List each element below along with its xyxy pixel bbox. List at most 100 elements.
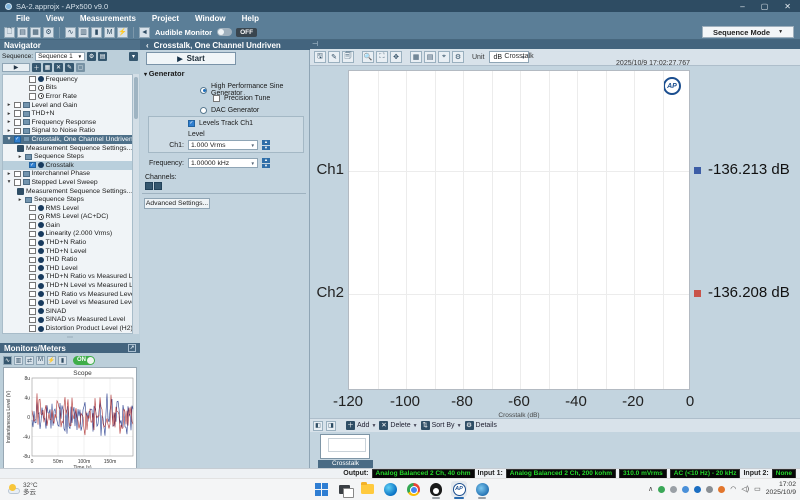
frequency-stepper[interactable]: ▲▼ — [262, 158, 270, 168]
tree-item[interactable]: Bits — [3, 84, 132, 93]
expand-icon[interactable]: ▸ — [6, 111, 12, 117]
level-meter-icon[interactable]: ▮ — [91, 27, 102, 38]
tree-item-checkbox[interactable] — [29, 265, 36, 272]
qq-button[interactable] — [428, 481, 444, 497]
tree-item[interactable]: THD Ratio — [3, 255, 132, 264]
tree-item[interactable]: ▸Sequence Steps — [3, 195, 132, 204]
menu-item-file[interactable]: File — [8, 14, 38, 23]
project-settings-icon[interactable]: ⚙ — [43, 27, 54, 38]
back-chevron-icon[interactable]: ‹ — [146, 41, 149, 50]
tree-item-checkbox[interactable] — [29, 222, 36, 229]
expand-icon[interactable]: ▸ — [17, 154, 23, 160]
add-step-icon[interactable]: ▦ — [43, 63, 52, 72]
tree-item-checkbox[interactable] — [14, 179, 21, 186]
tree-item-checkbox[interactable]: ✓ — [29, 162, 36, 169]
audible-monitor-toggle[interactable] — [217, 28, 232, 36]
add-graph-button[interactable]: ＋ Add ▼ — [346, 421, 376, 430]
tree-item-checkbox[interactable] — [29, 93, 36, 100]
tree-item[interactable]: ▸Level and Gain — [3, 101, 132, 110]
sequence-settings-icon[interactable]: ⚙ — [87, 52, 96, 61]
start-button[interactable] — [313, 481, 329, 497]
tree-item-checkbox[interactable] — [29, 214, 36, 221]
input1-filter-badge[interactable]: AC (<10 Hz) - 20 kHz — [670, 469, 741, 479]
edge-button[interactable] — [382, 481, 398, 497]
office-tray-icon[interactable] — [718, 486, 725, 493]
tree-item-checkbox[interactable] — [29, 239, 36, 246]
wifi-icon[interactable]: ◠ — [730, 485, 736, 493]
meters-monitor-icon[interactable]: M — [36, 356, 45, 365]
tree-item[interactable]: Error Rate — [3, 92, 132, 101]
tree-item[interactable]: Frequency — [3, 75, 132, 84]
maximize-button[interactable]: ▢ — [761, 2, 769, 11]
tree-item[interactable]: SINAD — [3, 307, 132, 316]
collapse-icon[interactable]: ▾ — [6, 136, 12, 142]
bluetooth-tray-icon[interactable] — [694, 486, 701, 493]
tree-item-checkbox[interactable] — [29, 274, 36, 281]
tree-item[interactable]: ▸Signal to Noise Ratio — [3, 127, 132, 136]
minimize-button[interactable]: – — [740, 2, 744, 11]
tree-item-checkbox[interactable] — [14, 171, 21, 178]
expand-icon[interactable]: ▸ — [17, 197, 23, 203]
details-button[interactable]: ⚙ Details — [465, 421, 497, 430]
generator-section-header[interactable]: ▾ Generator — [144, 69, 185, 78]
open-project-icon[interactable]: ▤ — [17, 27, 28, 38]
chrome-button[interactable] — [405, 481, 421, 497]
channel-1-button[interactable] — [145, 182, 153, 190]
tree-item[interactable]: ▸Frequency Response — [3, 118, 132, 127]
tree-item-checkbox[interactable] — [14, 110, 21, 117]
taskbar-clock[interactable]: 17:02 2025/10/9 — [766, 481, 796, 497]
tree-item[interactable]: SINAD vs Measured Level — [3, 316, 132, 325]
tree-item[interactable]: ▸THD+N — [3, 109, 132, 118]
output-config-badge[interactable]: Analog Balanced 2 Ch, 40 ohm — [372, 469, 475, 479]
menu-item-help[interactable]: Help — [234, 14, 267, 23]
file-explorer-button[interactable] — [359, 481, 375, 497]
tree-item-checkbox[interactable] — [29, 248, 36, 255]
expand-icon[interactable]: ▸ — [6, 128, 12, 134]
edit-graph-icon[interactable]: ✎ — [328, 51, 340, 63]
input1-config-badge[interactable]: Analog Balanced 2 Ch, 200 kohm — [506, 469, 616, 479]
tree-item-checkbox[interactable] — [29, 231, 36, 238]
delete-step-icon[interactable]: ✕ — [54, 63, 63, 72]
bar-meter-icon[interactable]: ▥ — [78, 27, 89, 38]
scrollbar-thumb[interactable] — [134, 77, 138, 119]
sequence-mode-button[interactable]: Sequence Mode ▼ — [702, 26, 794, 38]
tree-item[interactable]: ▸Interchannel Phase — [3, 170, 132, 179]
frequency-input[interactable]: 1.00000 kHz ▼ — [188, 158, 258, 168]
task-view-button[interactable] — [336, 481, 352, 497]
menu-item-measurements[interactable]: Measurements — [72, 14, 144, 23]
tree-item[interactable]: ▸Sequence Steps — [3, 152, 132, 161]
level-monitor-icon[interactable]: ▮ — [58, 356, 67, 365]
weather-tray-icon[interactable] — [682, 486, 689, 493]
signal-path-icon[interactable]: ⚡ — [117, 27, 128, 38]
io-monitor-icon[interactable]: ⇄ — [25, 356, 34, 365]
save-image-icon[interactable]: 🖫 — [314, 51, 326, 63]
fft-monitor-icon[interactable]: ⚡ — [47, 356, 56, 365]
run-sequence-button[interactable]: ▶ — [2, 63, 30, 72]
tree-item-checkbox[interactable] — [29, 308, 36, 315]
precision-tune-checkbox[interactable]: Precision Tune — [213, 95, 270, 102]
chart-plot-area[interactable]: AP — [348, 70, 690, 390]
tree-item[interactable]: THD+N Ratio vs Measured Level — [3, 273, 132, 282]
sequence-select[interactable]: Sequence 1 ▼ — [35, 52, 85, 61]
collapse-icon[interactable]: ▾ — [6, 179, 12, 185]
start-button[interactable]: ▶ Start — [146, 52, 236, 65]
ch1-level-input[interactable]: 1.000 Vrms ▼ — [188, 140, 258, 150]
monitor-on-toggle[interactable]: ON — [73, 356, 95, 365]
tree-item[interactable]: THD Ratio vs Measured Level — [3, 290, 132, 299]
popout-icon[interactable]: ↗ — [128, 344, 136, 352]
panel-splitter[interactable]: ⋯ — [0, 336, 140, 343]
expand-icon[interactable]: ▸ — [6, 119, 12, 125]
tree-item-checkbox[interactable] — [29, 85, 36, 92]
tree-item[interactable]: THD+N Ratio — [3, 238, 132, 247]
tree-item-checkbox[interactable] — [29, 76, 36, 83]
tree-item-checkbox[interactable] — [14, 119, 21, 126]
tree-item-checkbox[interactable] — [29, 317, 36, 324]
ch1-level-stepper[interactable]: ▲▼ — [262, 140, 270, 150]
driver-tray-icon[interactable] — [706, 486, 713, 493]
menu-item-view[interactable]: View — [38, 14, 72, 23]
new-project-icon[interactable]: 🗋 — [4, 27, 15, 38]
tree-item[interactable]: Measurement Sequence Settings... — [3, 187, 132, 196]
taskbar-weather-widget[interactable]: 32°C 多云 — [6, 482, 38, 496]
tree-item[interactable]: Measurement Sequence Settings... — [3, 144, 132, 153]
tree-item-checkbox[interactable] — [29, 205, 36, 212]
